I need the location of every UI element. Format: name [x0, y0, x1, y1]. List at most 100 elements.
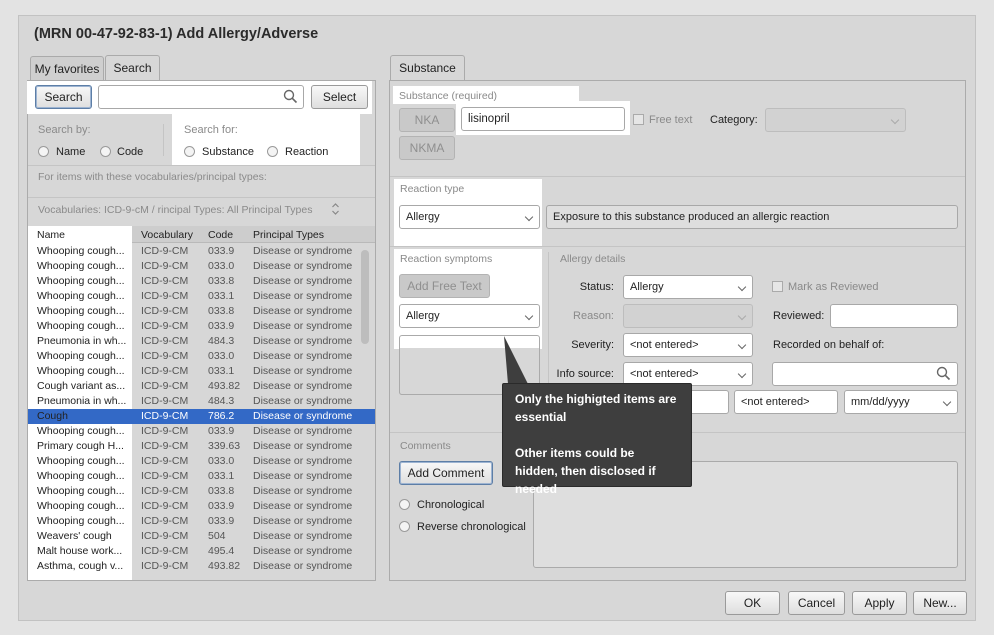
row-name-cell: Whooping cough...: [37, 425, 125, 437]
reaction-type-label: Reaction type: [400, 183, 465, 195]
column-header-principal-types[interactable]: Principal Types: [253, 229, 324, 241]
search-input[interactable]: [98, 85, 304, 109]
table-row[interactable]: Asthma, cough v... ICD-9-CM 493.82 Disease …: [28, 559, 375, 574]
name-radio[interactable]: [38, 146, 49, 157]
row-name-cell: Whooping cough...: [37, 275, 125, 287]
free-text-checkbox[interactable]: [633, 114, 644, 125]
recorded-on-behalf-input[interactable]: [772, 362, 958, 386]
row-code-cell: 484.3: [208, 335, 235, 347]
code-radio[interactable]: [100, 146, 111, 157]
reaction-description: Exposure to this substance produced an a…: [546, 205, 958, 229]
name-radio-label: Name: [56, 146, 86, 158]
table-row[interactable]: Whooping cough... ICD-9-CM 033.9 Disease or…: [28, 514, 375, 529]
dialog-title: (MRN 00-47-92-83-1) Add Allergy/Adverse: [34, 26, 319, 42]
status-select[interactable]: Allergy: [623, 275, 753, 299]
substance-input[interactable]: lisinopril: [461, 107, 625, 131]
vocab-filter[interactable]: Vocabularies: ICD-9-cM / rincipal Types:…: [38, 204, 312, 216]
divider: [390, 176, 965, 177]
table-row[interactable]: Whooping cough... ICD-9-CM 033.8 Disease or…: [28, 274, 375, 289]
row-code-cell: 033.0: [208, 455, 235, 467]
row-type-cell: Disease or syndrome: [253, 560, 353, 572]
reviewed-input[interactable]: [830, 304, 958, 328]
tooltip-line-2: Other items could be hidden, then disclo…: [515, 446, 656, 496]
row-name-cell: Whooping cough...: [37, 290, 125, 302]
table-row[interactable]: Whooping cough... ICD-9-CM 033.1 Disease or…: [28, 364, 375, 379]
table-row[interactable]: Primary cough H... ICD-9-CM 339.63 Disease …: [28, 439, 375, 454]
table-row[interactable]: Whooping cough... ICD-9-CM 033.9 Disease or…: [28, 499, 375, 514]
results-table: Name Vocabulary Code Principal Types Who…: [28, 226, 375, 580]
substance-radio[interactable]: [184, 146, 195, 157]
severity-value: <not entered>: [630, 339, 699, 351]
search-icon[interactable]: [936, 366, 951, 381]
new-button[interactable]: New...: [913, 591, 967, 615]
severity-select[interactable]: <not entered>: [623, 333, 753, 357]
table-row[interactable]: Whooping cough... ICD-9-CM 033.9 Disease or…: [28, 244, 375, 259]
row-name-cell: Cough: [37, 410, 68, 422]
symptoms-select[interactable]: Allergy: [399, 304, 540, 328]
reason-label: Reason:: [573, 310, 614, 322]
chevron-down-icon: [737, 282, 747, 292]
search-for-highlight: [172, 114, 360, 165]
chronological-radio[interactable]: [399, 499, 410, 510]
add-comment-button[interactable]: Add Comment: [399, 461, 493, 485]
divider: [390, 246, 965, 247]
add-free-text-button[interactable]: Add Free Text: [399, 274, 490, 298]
column-header-code[interactable]: Code: [208, 229, 233, 241]
table-row[interactable]: Whooping cough... ICD-9-CM 033.9 Disease or…: [28, 319, 375, 334]
sort-updown-icon[interactable]: [331, 202, 340, 216]
allergy-details-label: Allergy details: [560, 253, 626, 265]
row-vocabulary-cell: ICD-9-CM: [141, 560, 189, 572]
table-row[interactable]: Pneumonia in wh... ICD-9-CM 484.3 Disease o…: [28, 334, 375, 349]
table-row[interactable]: Malt house work... ICD-9-CM 495.4 Disease o…: [28, 544, 375, 559]
table-row[interactable]: Weavers' cough ICD-9-CM 504 Disease or synd…: [28, 529, 375, 544]
table-row[interactable]: Pneumonia in wh... ICD-9-CM 484.3 Disease o…: [28, 394, 375, 409]
table-row[interactable]: Whooping cough... ICD-9-CM 033.0 Disease or…: [28, 454, 375, 469]
reason-select[interactable]: [623, 304, 753, 328]
row-vocabulary-cell: ICD-9-CM: [141, 410, 189, 422]
table-row[interactable]: Whooping cough... ICD-9-CM 033.1 Disease or…: [28, 289, 375, 304]
nkma-button[interactable]: NKMA: [399, 136, 455, 160]
row-code-cell: 033.8: [208, 305, 235, 317]
table-row[interactable]: Cough ICD-9-CM 786.2 Disease or syndrome: [28, 409, 375, 424]
row-type-cell: Disease or syndrome: [253, 275, 353, 287]
ok-button[interactable]: OK: [725, 591, 780, 615]
tab-my-favorites[interactable]: My favorites: [30, 56, 104, 81]
chevron-down-icon: [737, 311, 747, 321]
table-row[interactable]: Whooping cough... ICD-9-CM 033.8 Disease or…: [28, 484, 375, 499]
date-select[interactable]: mm/dd/yyyy: [844, 390, 958, 414]
tab-substance[interactable]: Substance: [390, 55, 465, 81]
chevron-down-icon: [890, 115, 900, 125]
select-button[interactable]: Select: [311, 85, 368, 109]
row-code-cell: 786.2: [208, 410, 235, 422]
reverse-chronological-radio[interactable]: [399, 521, 410, 532]
row-vocabulary-cell: ICD-9-CM: [141, 320, 189, 332]
reaction-radio[interactable]: [267, 146, 278, 157]
reaction-type-select[interactable]: Allergy: [399, 205, 540, 229]
row-vocabulary-cell: ICD-9-CM: [141, 530, 189, 542]
divider: [548, 252, 549, 387]
table-row[interactable]: Whooping cough... ICD-9-CM 033.0 Disease or…: [28, 259, 375, 274]
mark-reviewed-label: Mark as Reviewed: [788, 281, 879, 293]
search-button[interactable]: Search: [35, 85, 92, 109]
row-vocabulary-cell: ICD-9-CM: [141, 275, 189, 287]
tooltip-pointer: [504, 336, 528, 384]
tab-search[interactable]: Search: [105, 55, 160, 81]
column-header-name[interactable]: Name: [37, 229, 65, 241]
table-row[interactable]: Whooping cough... ICD-9-CM 033.1 Disease or…: [28, 469, 375, 484]
extra-select[interactable]: <not entered>: [734, 390, 838, 414]
apply-button[interactable]: Apply: [852, 591, 907, 615]
reviewed-label: Reviewed:: [773, 310, 825, 322]
vocab-hint: For items with these vocabularies/princi…: [38, 171, 267, 183]
table-row[interactable]: Whooping cough... ICD-9-CM 033.9 Disease or…: [28, 424, 375, 439]
table-scrollbar[interactable]: [361, 250, 369, 344]
nka-button[interactable]: NKA: [399, 108, 455, 132]
row-type-cell: Disease or syndrome: [253, 515, 353, 527]
cancel-button[interactable]: Cancel: [788, 591, 845, 615]
mark-reviewed-checkbox[interactable]: [772, 281, 783, 292]
column-header-vocabulary[interactable]: Vocabulary: [141, 229, 193, 241]
table-row[interactable]: Whooping cough... ICD-9-CM 033.8 Disease or…: [28, 304, 375, 319]
category-select[interactable]: [765, 108, 906, 132]
table-row[interactable]: Whooping cough... ICD-9-CM 033.0 Disease or…: [28, 349, 375, 364]
search-icon[interactable]: [283, 89, 298, 104]
table-row[interactable]: Cough variant as... ICD-9-CM 493.82 Disease…: [28, 379, 375, 394]
